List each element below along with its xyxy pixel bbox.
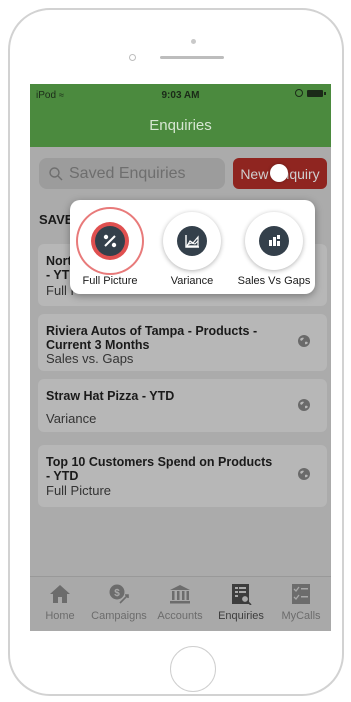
option-full-picture[interactable]: Full Picture <box>70 200 150 294</box>
area-chart-icon <box>185 235 199 248</box>
option-inner <box>177 226 207 256</box>
search-icon <box>49 166 63 180</box>
tab-enquiries[interactable]: Enquiries <box>211 577 271 631</box>
enquiry-type: Variance <box>46 411 97 426</box>
tab-accounts[interactable]: Accounts <box>150 577 210 631</box>
option-label: Full Picture <box>82 275 138 287</box>
tab-bar: Home $ Campaigns Accounts Enquiries MyCa… <box>30 576 331 631</box>
tab-label: MyCalls <box>281 610 321 622</box>
tab-campaigns[interactable]: $ Campaigns <box>89 577 149 631</box>
checklist-icon <box>292 584 310 604</box>
tab-mycalls[interactable]: MyCalls <box>271 577 331 631</box>
speaker-grille <box>160 56 224 59</box>
option-circle <box>163 212 221 270</box>
app-screen: iPod ≈ 9:03 AM Enquiries Saved Enquiries … <box>30 84 331 631</box>
home-hardware-button[interactable] <box>170 646 216 692</box>
tab-home[interactable]: Home <box>30 577 90 631</box>
camera-icon <box>191 39 196 44</box>
globe-icon[interactable] <box>297 467 311 481</box>
option-label: Variance <box>170 275 214 287</box>
status-time: 9:03 AM <box>161 90 200 101</box>
percent-icon <box>103 234 117 248</box>
svg-text:$: $ <box>114 588 120 599</box>
option-inner <box>95 226 125 256</box>
search-input[interactable]: Saved Enquiries <box>39 158 225 189</box>
enquiry-type-popup: Full Picture Variance Sales Vs Gaps <box>70 200 315 294</box>
app-header: iPod ≈ 9:03 AM Enquiries <box>30 84 331 147</box>
enquiry-card[interactable]: Top 10 Customers Spend on Products - YTD… <box>38 445 327 507</box>
option-label: Sales Vs Gaps <box>237 275 311 287</box>
enquiry-card[interactable]: Riviera Autos of Tampa - Products - Curr… <box>38 314 327 371</box>
enquiry-title: Riviera Autos of Tampa - Products - Curr… <box>46 324 258 352</box>
option-circle <box>245 212 303 270</box>
page-title: Enquiries <box>149 117 212 134</box>
status-indicators <box>295 89 326 97</box>
touch-indicator <box>270 164 288 182</box>
home-icon <box>50 585 70 603</box>
enquiry-title: Top 10 Customers Spend on Products - YTD <box>46 455 273 483</box>
option-circle <box>81 212 139 270</box>
enquiry-type: Sales vs. Gaps <box>46 351 134 366</box>
enquiry-card[interactable]: Straw Hat Pizza - YTD Variance <box>38 379 327 432</box>
option-sales-vs-gaps[interactable]: Sales Vs Gaps <box>234 200 314 294</box>
enquiry-title: Straw Hat Pizza - YTD <box>46 389 175 403</box>
battery-icon <box>307 89 326 97</box>
option-inner <box>259 226 289 256</box>
campaign-icon: $ <box>109 584 129 604</box>
globe-icon[interactable] <box>297 398 311 412</box>
enquiry-type: Full Picture <box>46 483 112 498</box>
bar-gap-icon <box>269 235 280 246</box>
search-placeholder: Saved Enquiries <box>69 164 186 182</box>
rotation-lock-icon <box>295 89 303 97</box>
section-heading: SAVE <box>39 212 74 227</box>
globe-icon[interactable] <box>297 334 311 348</box>
bank-icon <box>170 585 190 604</box>
sensor-icon <box>129 54 136 61</box>
option-variance[interactable]: Variance <box>152 200 232 294</box>
enquiries-icon <box>232 584 252 605</box>
